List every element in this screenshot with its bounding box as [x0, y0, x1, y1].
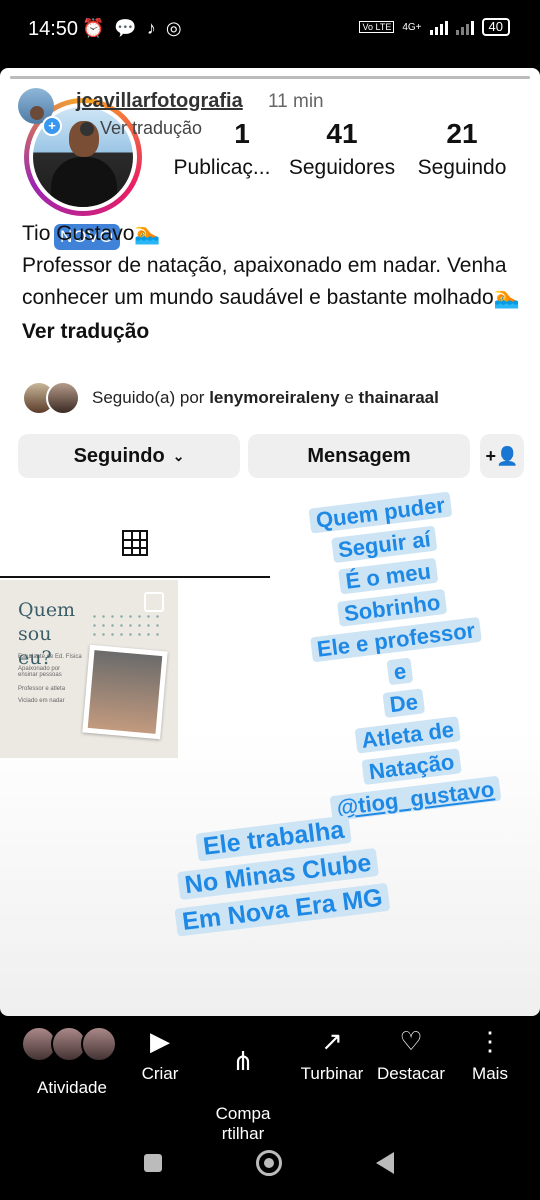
- activity-button[interactable]: Atividade: [21, 1024, 122, 1098]
- share-icon: ⋔: [232, 1045, 254, 1076]
- story-time: 11 min: [268, 91, 324, 112]
- profile-name: Tio Gustavo🏊: [22, 222, 161, 245]
- system-icons: Vo LTE 4G+ 40: [359, 18, 510, 36]
- post-photo: [82, 644, 168, 740]
- more-button[interactable]: ⋮ Mais: [464, 1024, 516, 1084]
- clock: 14:50: [28, 18, 79, 40]
- highlight-button[interactable]: ♡ Destacar: [374, 1024, 448, 1084]
- message-button[interactable]: Mensagem: [248, 434, 470, 478]
- system-nav-bar: [0, 1130, 540, 1200]
- back-button[interactable]: [376, 1152, 394, 1174]
- highlight-icon: ♡: [399, 1025, 423, 1056]
- stat-posts[interactable]: 1 Publicaç...: [170, 118, 274, 180]
- story-progress-bar: [10, 76, 530, 79]
- more-icon: ⋮: [477, 1025, 503, 1056]
- status-bar: 14:50 ⏰ 💬 ♪ ◎ Vo LTE 4G+ 40: [0, 0, 540, 60]
- following-button[interactable]: Seguindo ⌄: [18, 434, 240, 478]
- add-user-icon: +👤: [485, 445, 519, 466]
- grid-icon: [122, 530, 148, 556]
- bio-translate-link[interactable]: Ver tradução: [22, 316, 522, 348]
- dots-decoration: [90, 612, 160, 642]
- plus-icon: +: [42, 116, 62, 136]
- mutual-avatar: [46, 381, 80, 415]
- tab-posts-grid[interactable]: [0, 518, 270, 578]
- translate-icon: [80, 121, 94, 136]
- chat-icon: 💬: [114, 18, 137, 38]
- battery-icon: 40: [481, 18, 510, 36]
- recents-button[interactable]: [144, 1154, 162, 1172]
- tiktok-icon: ♪: [146, 18, 156, 38]
- stat-followers[interactable]: 41 Seguidores: [286, 118, 398, 180]
- multi-select-icon: [144, 592, 164, 612]
- story-actions-bar: Atividade ▶︎ Criar ⋔ Compa rtilhar ↗ Tur…: [0, 1016, 540, 1143]
- activity-avatars: [21, 1024, 122, 1064]
- network-type: 4G+: [402, 21, 422, 33]
- reels-icon: ▶︎: [150, 1025, 170, 1056]
- volte-icon: Vo LTE: [359, 21, 395, 33]
- post-thumbnail[interactable]: Quem sou eu? Estudante de Ed. Física Apa…: [0, 580, 178, 758]
- story-canvas[interactable]: NOVO + jcavillarfotografia 11 min Ver tr…: [0, 68, 540, 1016]
- story-text-overlay-1: Quem puder Seguir aí É o meu Sobrinho El…: [249, 481, 540, 830]
- profile-bio: Tio Gustavo🏊 Professor de natação, apaix…: [22, 218, 522, 348]
- bio-text: Professor de natação, apaixonado em nada…: [22, 254, 520, 309]
- boost-button[interactable]: ↗ Turbinar: [296, 1024, 368, 1084]
- story-text-overlay-2: Ele trabalha No Minas Clube Em Nova Era …: [142, 805, 413, 944]
- add-user-button[interactable]: +👤: [480, 434, 524, 478]
- stat-following[interactable]: 21 Seguindo: [410, 118, 514, 180]
- boost-icon: ↗: [321, 1025, 343, 1056]
- notification-icons: ⏰ 💬 ♪ ◎: [82, 18, 182, 39]
- home-button[interactable]: [256, 1150, 282, 1176]
- chrome-icon: ◎: [165, 18, 182, 38]
- followed-by[interactable]: Seguido(a) por lenymoreiraleny e thainar…: [22, 380, 439, 416]
- signal2-icon: [455, 19, 474, 35]
- create-button[interactable]: ▶︎ Criar: [130, 1024, 190, 1084]
- signal-icon: [429, 19, 448, 35]
- story-author-name[interactable]: jcavillarfotografia: [76, 90, 243, 113]
- chevron-down-icon: ⌄: [172, 447, 185, 464]
- alarm-icon: ⏰: [82, 18, 105, 38]
